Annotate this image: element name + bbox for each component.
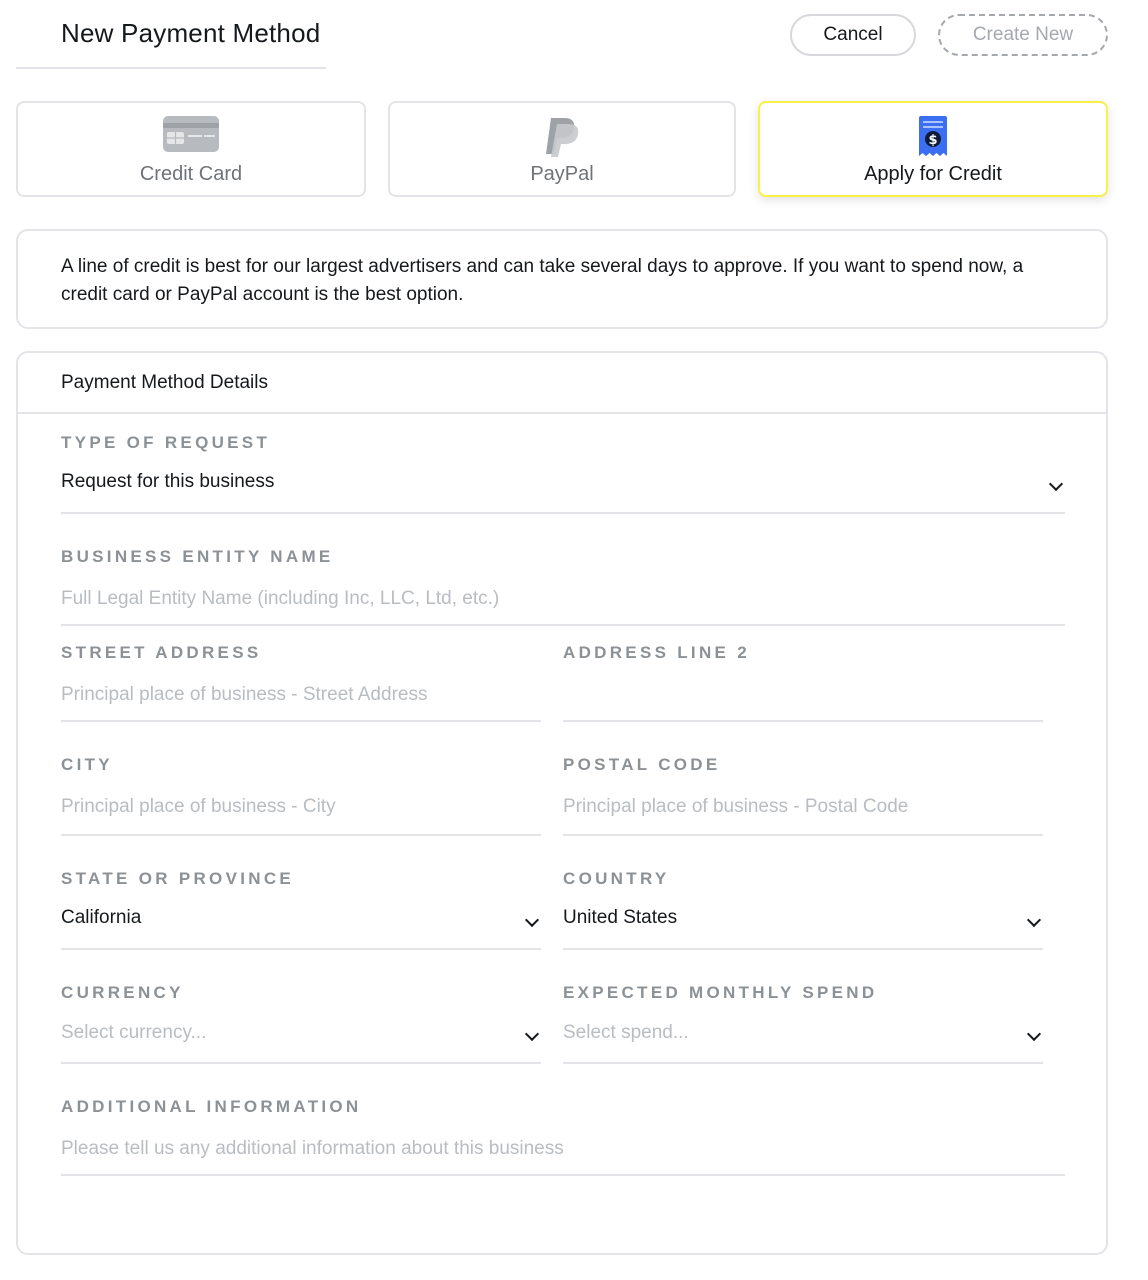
title-underline: [16, 67, 326, 69]
postal-code-input[interactable]: Principal place of business - Postal Cod…: [563, 796, 908, 818]
business-entity-name-underline: [61, 624, 1065, 626]
chevron-down-icon: [1048, 476, 1064, 492]
payment-method-paypal[interactable]: PayPal: [388, 101, 736, 197]
additional-info-label: ADDITIONAL INFORMATION: [61, 1097, 362, 1116]
type-of-request-value: Request for this business: [61, 471, 275, 492]
currency-select[interactable]: Select currency...: [61, 1015, 541, 1065]
create-new-button[interactable]: Create New: [938, 14, 1108, 56]
credit-info-text: A line of credit is best for our largest…: [61, 256, 1024, 305]
monthly-spend-select[interactable]: Select spend...: [563, 1015, 1043, 1065]
currency-underline: [61, 1062, 541, 1064]
chevron-down-icon: [524, 912, 540, 928]
payment-method-credit-card[interactable]: Credit Card: [16, 101, 366, 197]
street-address-underline: [61, 720, 541, 722]
state-underline: [61, 948, 541, 950]
type-of-request-label: TYPE OF REQUEST: [61, 433, 271, 452]
address-line-2-label: ADDRESS LINE 2: [563, 643, 750, 662]
postal-code-underline: [563, 834, 1043, 836]
monthly-spend-underline: [563, 1062, 1043, 1064]
cancel-button[interactable]: Cancel: [790, 14, 916, 56]
details-title: Payment Method Details: [61, 372, 268, 393]
country-underline: [563, 948, 1043, 950]
monthly-spend-placeholder: Select spend...: [563, 1022, 689, 1043]
chevron-down-icon: [524, 1026, 540, 1042]
svg-text:$: $: [928, 133, 937, 148]
type-of-request-underline: [61, 512, 1065, 514]
payment-method-details-panel: Payment Method Details TYPE OF REQUEST R…: [16, 351, 1108, 1255]
paypal-icon: [544, 116, 580, 163]
details-header: Payment Method Details: [18, 353, 1106, 414]
additional-info-input[interactable]: Please tell us any additional informatio…: [61, 1138, 564, 1160]
address-line-2-underline: [563, 720, 1043, 722]
country-label: COUNTRY: [563, 869, 670, 888]
chevron-down-icon: [1026, 912, 1042, 928]
postal-code-label: POSTAL CODE: [563, 755, 721, 774]
street-address-label: STREET ADDRESS: [61, 643, 262, 662]
state-select[interactable]: California: [61, 901, 541, 951]
business-entity-name-label: BUSINESS ENTITY NAME: [61, 547, 334, 566]
credit-card-icon: [163, 116, 219, 157]
currency-label: CURRENCY: [61, 983, 184, 1002]
payment-method-apply-credit[interactable]: $ Apply for Credit: [758, 101, 1108, 197]
business-entity-name-input[interactable]: Full Legal Entity Name (including Inc, L…: [61, 588, 499, 610]
city-label: CITY: [61, 755, 113, 774]
address-line-2-input[interactable]: [563, 684, 1043, 710]
city-underline: [61, 834, 541, 836]
monthly-spend-label: EXPECTED MONTHLY SPEND: [563, 983, 878, 1002]
credit-info-box: A line of credit is best for our largest…: [16, 229, 1108, 329]
state-value: California: [61, 907, 142, 928]
chevron-down-icon: [1026, 1026, 1042, 1042]
apply-credit-label: Apply for Credit: [864, 163, 1002, 185]
credit-receipt-icon: $: [918, 116, 948, 163]
credit-card-label: Credit Card: [139, 163, 243, 185]
paypal-label: PayPal: [530, 163, 594, 185]
page-title: New Payment Method: [61, 18, 321, 48]
country-select[interactable]: United States: [563, 901, 1043, 951]
street-address-input[interactable]: Principal place of business - Street Add…: [61, 684, 427, 706]
type-of-request-select[interactable]: Request for this business: [61, 465, 1065, 515]
additional-info-underline: [61, 1174, 1065, 1176]
city-input[interactable]: Principal place of business - City: [61, 796, 336, 818]
currency-placeholder: Select currency...: [61, 1022, 207, 1043]
country-value: United States: [563, 907, 678, 928]
state-label: STATE OR PROVINCE: [61, 869, 295, 888]
